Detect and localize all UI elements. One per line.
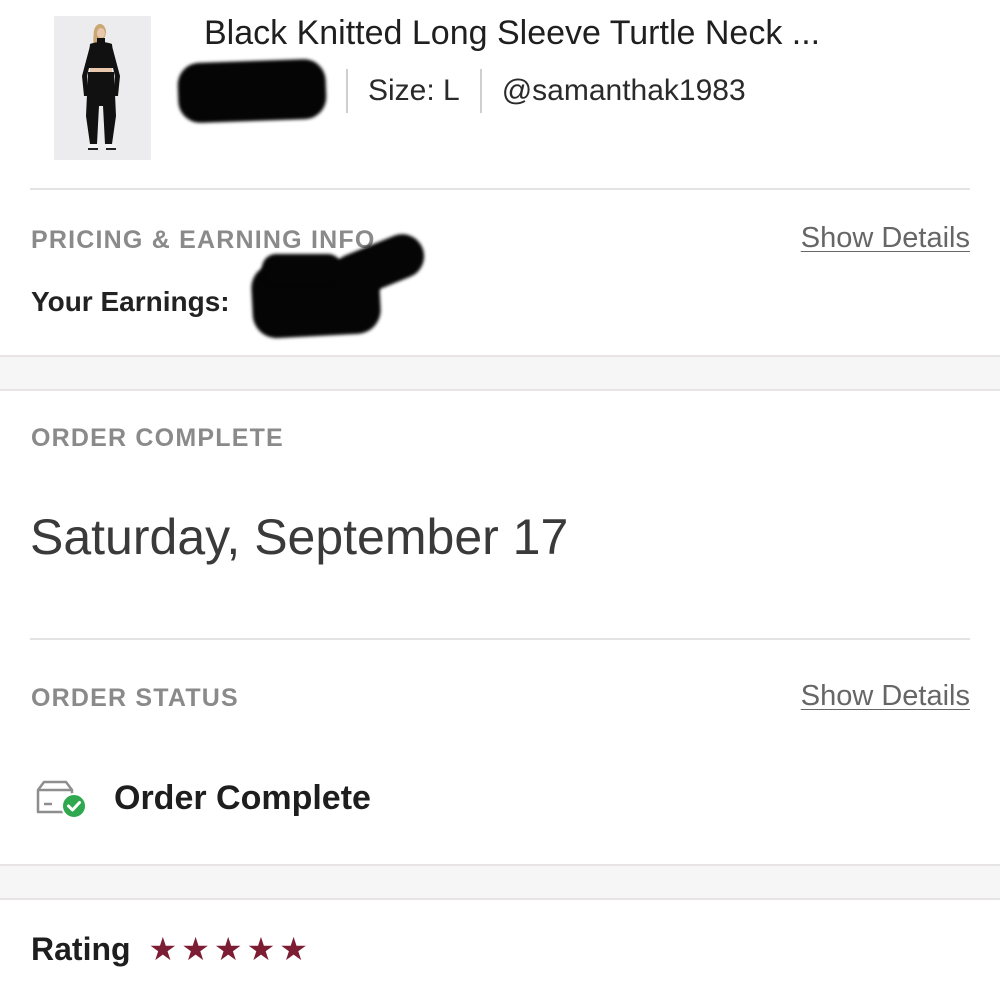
- package-check-icon: [36, 776, 88, 820]
- product-thumbnail[interactable]: [54, 16, 151, 160]
- order-status-text: Order Complete: [114, 778, 371, 817]
- order-details-page: Black Knitted Long Sleeve Turtle Neck ..…: [0, 0, 1000, 1000]
- star-icon: ★: [279, 931, 308, 967]
- star-icon: ★: [213, 931, 243, 967]
- meta-divider: [479, 69, 482, 113]
- redacted-earnings-part: [262, 254, 342, 284]
- meta-divider: [346, 69, 348, 113]
- product-meta: Size: L @samanthak1983: [176, 56, 746, 126]
- rating-label: Rating: [31, 930, 131, 967]
- divider: [30, 638, 970, 640]
- pricing-show-details-link[interactable]: Show Details: [801, 222, 970, 255]
- star-icon: ★: [246, 931, 276, 967]
- rating-row: Rating ★ ★ ★ ★ ★: [31, 926, 308, 972]
- order-status-show-details-link[interactable]: Show Details: [801, 680, 970, 713]
- star-icon: ★: [181, 931, 210, 967]
- product-title[interactable]: Black Knitted Long Sleeve Turtle Neck ..…: [204, 14, 820, 53]
- section-spacer: [0, 864, 1000, 900]
- rating-stars: ★ ★ ★ ★ ★: [149, 933, 308, 965]
- product-header[interactable]: Black Knitted Long Sleeve Turtle Neck ..…: [0, 0, 1000, 190]
- pricing-section-label: PRICING & EARNING INFO: [31, 226, 376, 254]
- section-spacer: [0, 355, 1000, 391]
- redacted-price: [176, 58, 328, 124]
- product-size: Size: L: [368, 74, 460, 107]
- star-icon: ★: [148, 931, 178, 967]
- order-status-row: Order Complete: [36, 770, 371, 826]
- order-complete-date: Saturday, September 17: [30, 509, 569, 565]
- order-status-section-label: ORDER STATUS: [31, 684, 239, 712]
- earnings-label: Your Earnings:: [31, 286, 230, 317]
- seller-handle[interactable]: @samanthak1983: [502, 74, 746, 108]
- divider: [30, 188, 970, 190]
- order-complete-section-label: ORDER COMPLETE: [31, 424, 284, 452]
